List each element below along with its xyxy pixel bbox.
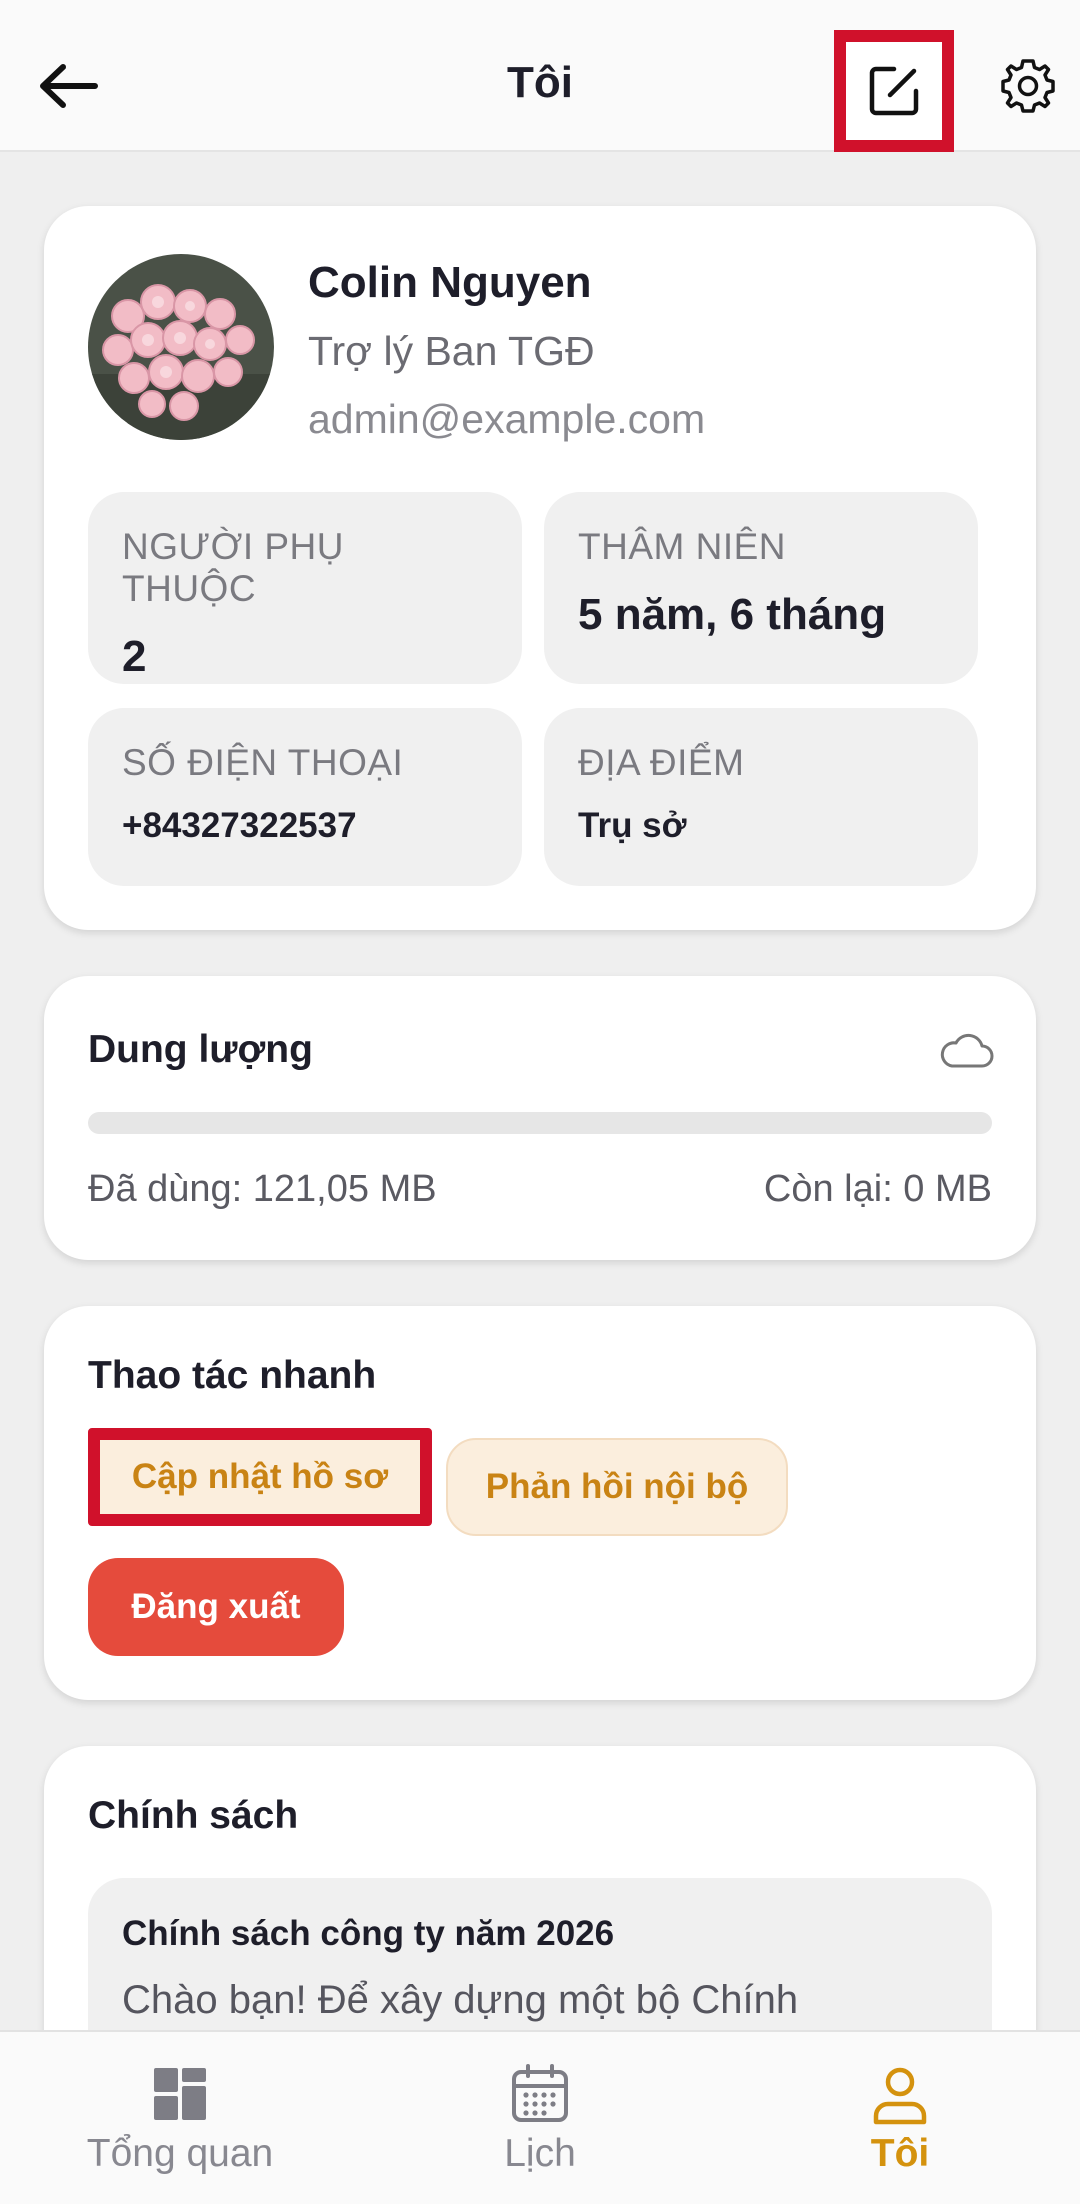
user-email: admin@example.com <box>308 396 706 442</box>
policy-section-title: Chính sách <box>88 1794 299 1837</box>
cloud-icon <box>940 1033 994 1068</box>
gear-icon <box>1001 59 1055 113</box>
seniority-tile: THÂM NIÊN 5 năm, 6 tháng <box>544 492 978 684</box>
info-value: 5 năm, 6 tháng <box>578 590 887 639</box>
user-icon <box>873 2067 927 2125</box>
update-profile-button[interactable]: Cập nhật hồ sơ <box>88 1428 432 1526</box>
info-label: ĐỊA ĐIỂM <box>578 742 745 783</box>
info-value: Trụ sở <box>578 806 687 845</box>
info-label: SỐ ĐIỆN THOẠI <box>122 742 404 783</box>
logout-button[interactable]: Đăng xuất <box>88 1558 344 1656</box>
app-header: Tôi <box>0 0 1080 152</box>
edit-square-icon <box>869 66 919 116</box>
nav-label: Tổng quan <box>86 2132 274 2175</box>
calendar-icon <box>512 2064 568 2122</box>
quick-actions-card: Thao tác nhanh Cập nhật hồ sơ Phản hồi n… <box>44 1306 1036 1700</box>
nav-label: Lịch <box>504 2132 576 2175</box>
storage-card: Dung lượng Đã dùng: 121,05 MB Còn lại: 0… <box>44 976 1036 1260</box>
profile-card: Colin Nguyen Trợ lý Ban TGĐ admin@exampl… <box>44 206 1036 930</box>
edit-profile-button[interactable] <box>834 30 954 152</box>
avatar <box>88 254 274 440</box>
dashboard-grid-icon <box>154 2068 206 2120</box>
info-value: +84327322537 <box>122 806 357 845</box>
storage-remaining: Còn lại: 0 MB <box>763 1168 992 1210</box>
nav-item-overview[interactable]: Tổng quan <box>0 2032 360 2204</box>
bottom-nav: Tổng quan Lịch Tôi <box>0 2030 1080 2204</box>
info-label: THÂM NIÊN <box>578 526 786 567</box>
dependents-tile: NGƯỜI PHỤ THUỘC 2 <box>88 492 522 684</box>
nav-item-me[interactable]: Tôi <box>720 2032 1080 2204</box>
settings-button[interactable] <box>994 52 1062 120</box>
info-label: NGƯỜI PHỤ THUỘC <box>122 526 345 609</box>
internal-feedback-button[interactable]: Phản hồi nội bộ <box>446 1438 788 1536</box>
nav-item-calendar[interactable]: Lịch <box>360 2032 720 2204</box>
storage-title: Dung lượng <box>88 1028 313 1071</box>
info-value: 2 <box>122 632 147 681</box>
user-role: Trợ lý Ban TGĐ <box>308 328 595 374</box>
phone-tile: SỐ ĐIỆN THOẠI +84327322537 <box>88 708 522 886</box>
user-name: Colin Nguyen <box>308 258 592 307</box>
storage-progress-bar <box>88 1112 992 1134</box>
quick-actions-title: Thao tác nhanh <box>88 1354 377 1397</box>
policy-item-preview: Chào bạn! Để xây dựng một bộ Chính <box>122 1978 799 2022</box>
storage-used: Đã dùng: 121,05 MB <box>88 1168 437 1210</box>
nav-label: Tôi <box>870 2132 930 2175</box>
location-tile: ĐỊA ĐIỂM Trụ sở <box>544 708 978 886</box>
policy-item-title: Chính sách công ty năm 2026 <box>122 1914 615 1953</box>
